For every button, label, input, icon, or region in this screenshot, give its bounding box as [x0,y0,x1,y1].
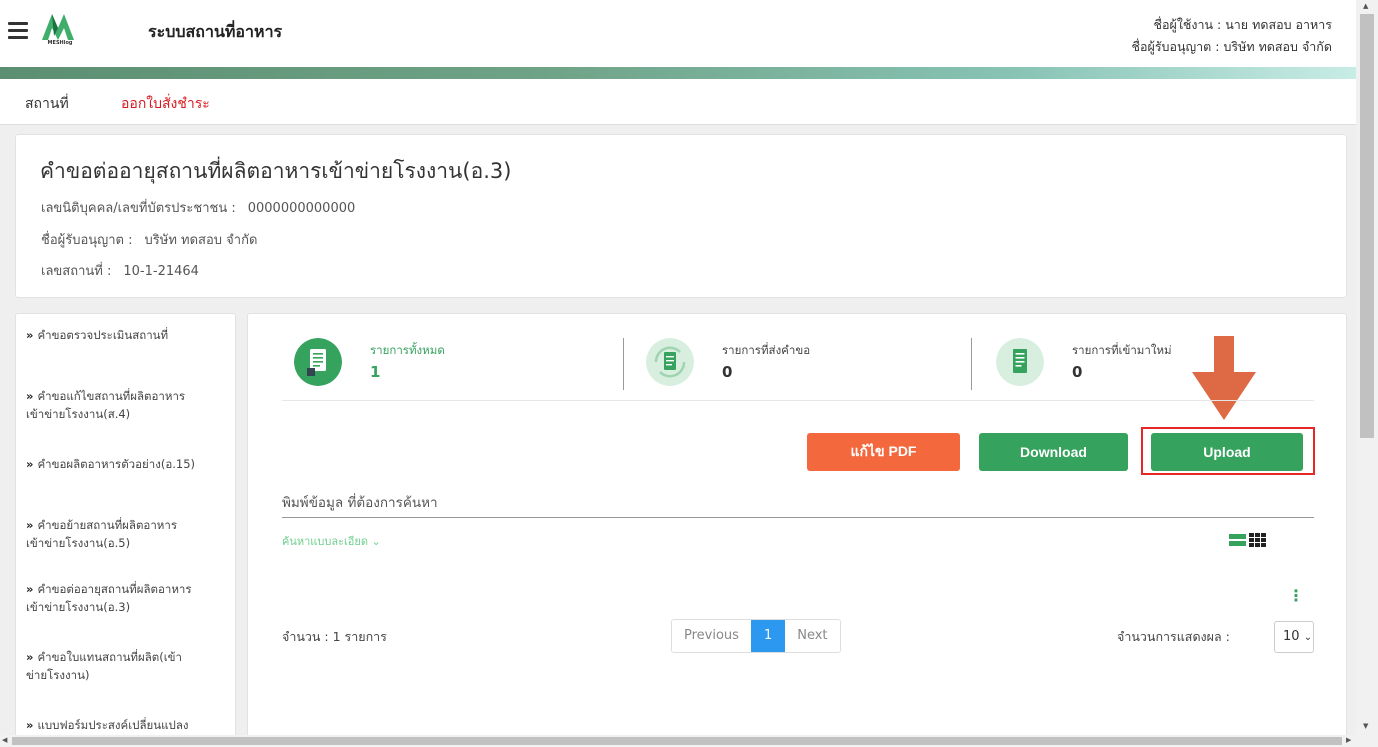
rows-per-page-value: 10 [1283,629,1300,644]
scroll-left-arrow-icon[interactable]: ◀ [2,736,7,744]
edit-pdf-button[interactable]: แก้ไข PDF [807,433,960,471]
sidebar-item-label: คำขอย้ายสถานที่ผลิตอาหาร [37,518,178,532]
scroll-down-arrow-icon[interactable]: ▼ [1363,722,1368,730]
stat-submitted-label: รายการที่ส่งคำขอ [722,343,811,357]
stat-divider [623,338,624,390]
record-count: จำนวน : 1 รายการ [282,629,387,644]
id-row: เลขนิติบุคคล/เลขที่บัตรประชาชน : 00000000… [41,197,355,218]
stat-total-value: 1 [370,363,381,381]
grid-view-icon[interactable] [1249,533,1266,547]
horizontal-scroll-thumb[interactable] [12,737,1342,745]
page-title: คำขอต่ออายุสถานที่ผลิตอาหารเข้าข่ายโรงงา… [40,159,512,183]
pagination-previous[interactable]: Previous [672,620,751,652]
sidebar-item-label-2: เข้าข่ายโรงงาน(ส.4) [26,407,131,421]
licensee-row: ชื่อผู้รับอนุญาต : บริษัท ทดสอบ จำกัด [41,229,257,250]
main-panel: รายการทั้งหมด 1 รายการที่ส่งคำขอ 0 รายกา… [247,313,1347,747]
stat-divider [971,338,972,390]
sidebar-item-sample-o15[interactable]: » คำขอผลิตอาหารตัวอย่าง(อ.15) [26,455,231,473]
licensee-label: ชื่อผู้รับอนุญาต : [41,233,133,248]
nav-place[interactable]: สถานที่ [25,93,69,115]
double-chevron-right-icon: » [26,389,34,403]
document-refresh-icon [646,338,694,386]
vertical-scrollbar[interactable]: ▲ ▼ [1356,0,1378,747]
pagination: Previous 1 Next [671,619,841,653]
stat-submitted[interactable]: รายการที่ส่งคำขอ 0 [646,336,906,392]
sidebar-item-label-2: เข้าข่ายโรงงาน(อ.5) [26,536,131,550]
view-toggle [1229,532,1269,552]
sidebar: » คำขอตรวจประเมินสถานที่ » คำขอแก้ไขสถานที… [15,313,236,747]
list-view-icon[interactable] [1229,534,1246,546]
logo-text: MESHlog [47,40,73,46]
vertical-scroll-thumb[interactable] [1360,14,1374,438]
sidebar-item-label: แบบฟอร์มประสงค์เปลี่ยนแปลง [37,718,189,732]
place-number-row: เลขสถานที่ : 10-1-21464 [41,260,199,281]
down-arrow-annotation-icon [1192,336,1256,420]
scroll-right-arrow-icon[interactable]: ▶ [1346,736,1351,744]
double-chevron-right-icon: » [26,328,34,342]
top-nav: สถานที่ ออกใบสั่งชำระ [0,79,1356,125]
document-icon [294,338,342,386]
top-header: MESHlog ระบบสถานที่อาหาร ชื่อผู้ใช้งาน :… [0,0,1356,67]
rows-per-page-select[interactable]: 10 ⌄ [1274,621,1314,653]
sidebar-item-edit-s4[interactable]: » คำขอแก้ไขสถานที่ผลิตอาหาร เข้าข่ายโรงงา… [26,387,231,423]
sidebar-item-label: คำขอตรวจประเมินสถานที่ [37,328,169,342]
sidebar-item-replacement[interactable]: » คำขอใบแทนสถานที่ผลิต(เข้า ข่ายโรงงาน) [26,648,231,684]
user-name: ชื่อผู้ใช้งาน : นาย ทดสอบ อาหาร [1153,17,1333,32]
scroll-up-arrow-icon[interactable]: ▲ [1363,2,1368,10]
stat-new-label: รายการที่เข้ามาใหม่ [1072,343,1172,357]
sidebar-item-label: คำขอแก้ไขสถานที่ผลิตอาหาร [37,389,186,403]
stat-total[interactable]: รายการทั้งหมด 1 [294,336,554,392]
pagination-page-1[interactable]: 1 [750,620,786,652]
pagination-next[interactable]: Next [785,620,840,652]
upload-button[interactable]: Upload [1151,433,1303,471]
app-title: ระบบสถานที่อาหาร [148,22,283,41]
user-info: ชื่อผู้ใช้งาน : นาย ทดสอบ อาหาร ชื่อผู้ร… [1132,14,1333,58]
advanced-search-toggle[interactable]: ค้นหาแบบละเอียด ⌄ [282,532,381,550]
sidebar-item-label: คำขอต่ออายุสถานที่ผลิตอาหาร [37,582,192,596]
sidebar-item-label-2: ข่ายโรงงาน) [26,668,90,682]
sidebar-item-label: คำขอใบแทนสถานที่ผลิต(เข้า [37,650,182,664]
more-options-icon[interactable]: ⋮ [1288,586,1304,605]
sidebar-item-inspection[interactable]: » คำขอตรวจประเมินสถานที่ [26,326,231,344]
id-label: เลขนิติบุคคล/เลขที่บัตรประชาชน : [41,201,236,216]
sidebar-item-label-2: เข้าข่ายโรงงาน(อ.3) [26,600,131,614]
new-document-icon [996,338,1044,386]
double-chevron-right-icon: » [26,650,34,664]
request-info-card: คำขอต่ออายุสถานที่ผลิตอาหารเข้าข่ายโรงงา… [15,134,1347,298]
double-chevron-right-icon: » [26,518,34,532]
stat-submitted-value: 0 [722,363,733,381]
licensee-value: บริษัท ทดสอบ จำกัด [144,233,258,248]
stat-new-value: 0 [1072,363,1083,381]
divider [282,400,1314,401]
licensee-name: ชื่อผู้รับอนุญาต : บริษัท ทดสอบ จำกัด [1131,39,1333,54]
stat-total-label: รายการทั้งหมด [370,343,445,357]
hamburger-menu-icon[interactable] [8,22,28,39]
double-chevron-right-icon: » [26,457,34,471]
id-value: 0000000000000 [247,201,356,216]
sidebar-item-label: คำขอผลิตอาหารตัวอย่าง(อ.15) [37,457,196,471]
search-input[interactable] [282,488,1314,518]
horizontal-scrollbar[interactable]: ◀ ▶ [0,735,1356,747]
place-number-label: เลขสถานที่ : [41,264,112,279]
sidebar-item-renew-o3[interactable]: » คำขอต่ออายุสถานที่ผลิตอาหาร เข้าข่ายโรง… [26,580,231,616]
header-gradient-bar [0,67,1356,79]
double-chevron-right-icon: » [26,582,34,596]
rows-per-page-label: จำนวนการแสดงผล : [1117,629,1230,644]
place-number-value: 10-1-21464 [123,264,199,279]
nav-payment-order[interactable]: ออกใบสั่งชำระ [121,93,210,115]
sidebar-item-change-form[interactable]: » แบบฟอร์มประสงค์เปลี่ยนแปลง [26,716,231,734]
double-chevron-right-icon: » [26,718,34,732]
sidebar-item-move-o5[interactable]: » คำขอย้ายสถานที่ผลิตอาหาร เข้าข่ายโรงงาน… [26,516,231,552]
download-button[interactable]: Download [979,433,1128,471]
chevron-down-icon: ⌄ [1303,632,1313,643]
